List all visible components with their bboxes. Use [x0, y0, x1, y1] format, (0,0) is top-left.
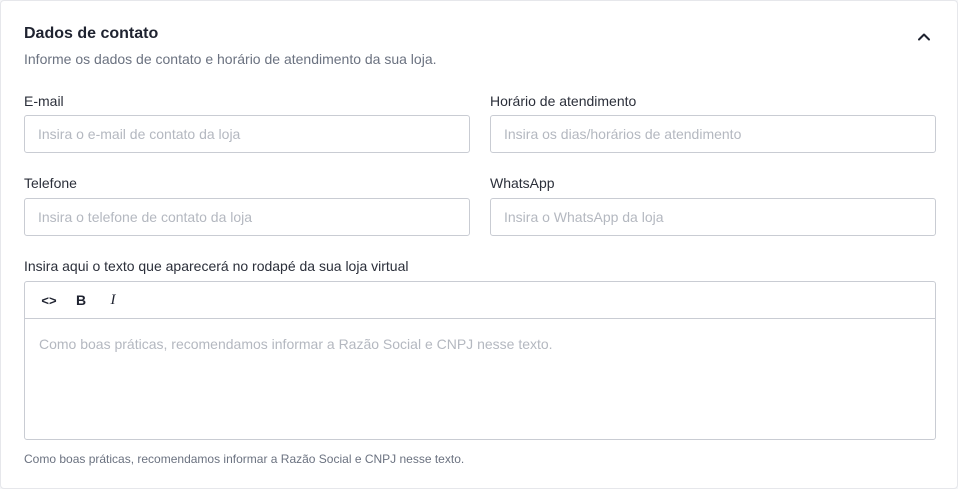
whatsapp-label: WhatsApp [490, 175, 555, 191]
phone-label: Telefone [24, 175, 77, 191]
bold-button[interactable]: B [65, 286, 97, 314]
footer-text-label: Insira aqui o texto que aparecerá no rod… [24, 258, 409, 274]
code-icon: <> [41, 292, 57, 308]
contact-data-card: Dados de contato Informe os dados de con… [0, 0, 958, 489]
hours-label: Horário de atendimento [490, 93, 637, 109]
footer-text-area[interactable] [25, 319, 935, 439]
whatsapp-field[interactable] [490, 198, 936, 236]
phone-field[interactable] [24, 198, 470, 236]
bold-icon: B [75, 292, 87, 308]
section-subtitle: Informe os dados de contato e horário de… [24, 51, 437, 67]
footer-text-editor: <> B I [24, 281, 936, 440]
section-title: Dados de contato [24, 25, 159, 42]
italic-icon: I [110, 291, 116, 308]
editor-toolbar: <> B I [25, 282, 935, 319]
email-label: E-mail [24, 93, 64, 109]
code-view-button[interactable]: <> [33, 286, 65, 314]
collapse-button[interactable] [911, 25, 937, 47]
hours-field[interactable] [490, 115, 936, 153]
italic-button[interactable]: I [97, 286, 129, 314]
footer-help-text: Como boas práticas, recomendamos informa… [24, 452, 465, 466]
email-field[interactable] [24, 115, 470, 153]
chevron-up-icon [918, 33, 930, 40]
